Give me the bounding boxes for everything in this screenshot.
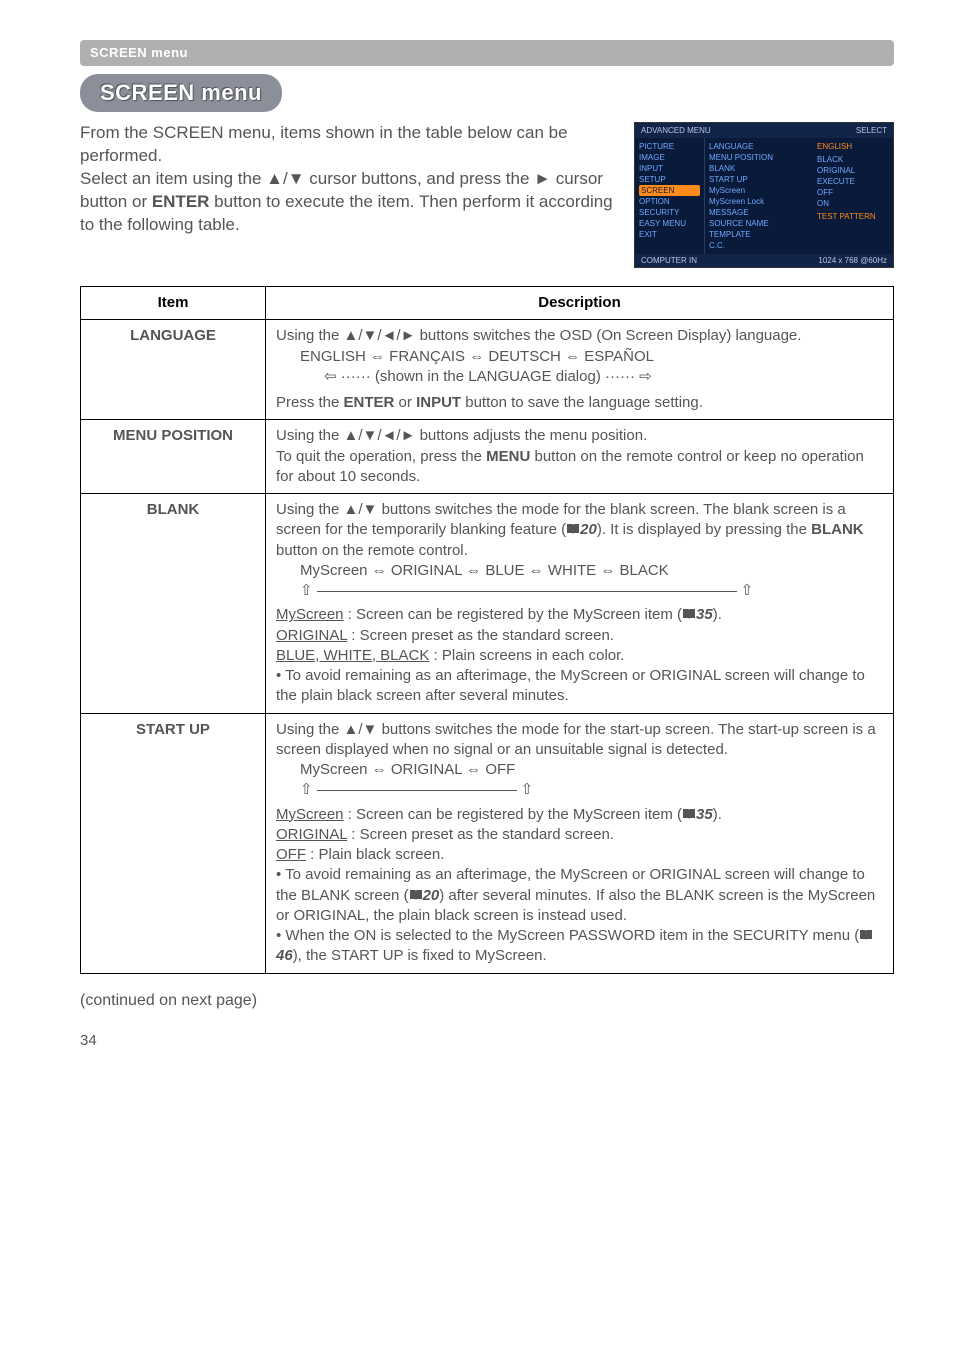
row-desc-menuposition: Using the ▲/▼/◄/► buttons adjusts the me… <box>266 420 894 494</box>
manual-ref-icon <box>682 608 696 620</box>
osd-footer-right: 1024 x 768 @60Hz <box>818 256 887 265</box>
table-row: BLANK Using the ▲/▼ buttons switches the… <box>81 494 894 714</box>
osd-header-left: ADVANCED MENU <box>641 126 711 135</box>
row-desc-language: Using the ▲/▼/◄/► buttons switches the O… <box>266 320 894 420</box>
intro-paragraph: From the SCREEN menu, items shown in the… <box>80 122 620 237</box>
osd-right-col: ENGLISH BLACK ORIGINAL EXECUTE OFF ON TE… <box>813 138 893 254</box>
osd-left-col: PICTURE IMAGE INPUT SETUP SCREEN OPTION … <box>635 138 705 254</box>
osd-screenshot: ADVANCED MENU SELECT PICTURE IMAGE INPUT… <box>634 122 894 268</box>
breadcrumb: SCREEN menu <box>80 40 894 66</box>
osd-footer-left: COMPUTER IN <box>641 256 697 265</box>
row-desc-startup: Using the ▲/▼ buttons switches the mode … <box>266 713 894 973</box>
table-row: LANGUAGE Using the ▲/▼/◄/► buttons switc… <box>81 320 894 420</box>
continued-note: (continued on next page) <box>80 992 894 1010</box>
row-desc-blank: Using the ▲/▼ buttons switches the mode … <box>266 494 894 714</box>
manual-ref-icon <box>409 889 423 901</box>
th-item: Item <box>81 287 266 320</box>
section-title-pill: SCREEN menu <box>80 74 282 112</box>
page-number: 34 <box>80 1032 894 1049</box>
row-label-blank: BLANK <box>81 494 266 714</box>
osd-header-right: SELECT <box>856 126 887 135</box>
table-row: MENU POSITION Using the ▲/▼/◄/► buttons … <box>81 420 894 494</box>
breadcrumb-text: SCREEN menu <box>90 45 188 60</box>
table-row: START UP Using the ▲/▼ buttons switches … <box>81 713 894 973</box>
row-label-language: LANGUAGE <box>81 320 266 420</box>
screen-menu-table: Item Description LANGUAGE Using the ▲/▼/… <box>80 286 894 974</box>
row-label-menuposition: MENU POSITION <box>81 420 266 494</box>
section-title: SCREEN menu <box>100 80 262 105</box>
manual-ref-icon <box>682 808 696 820</box>
row-label-startup: START UP <box>81 713 266 973</box>
th-desc: Description <box>266 287 894 320</box>
osd-mid-col: LANGUAGE MENU POSITION BLANK START UP My… <box>705 138 813 254</box>
manual-ref-icon <box>566 523 580 535</box>
manual-ref-icon <box>859 929 873 941</box>
